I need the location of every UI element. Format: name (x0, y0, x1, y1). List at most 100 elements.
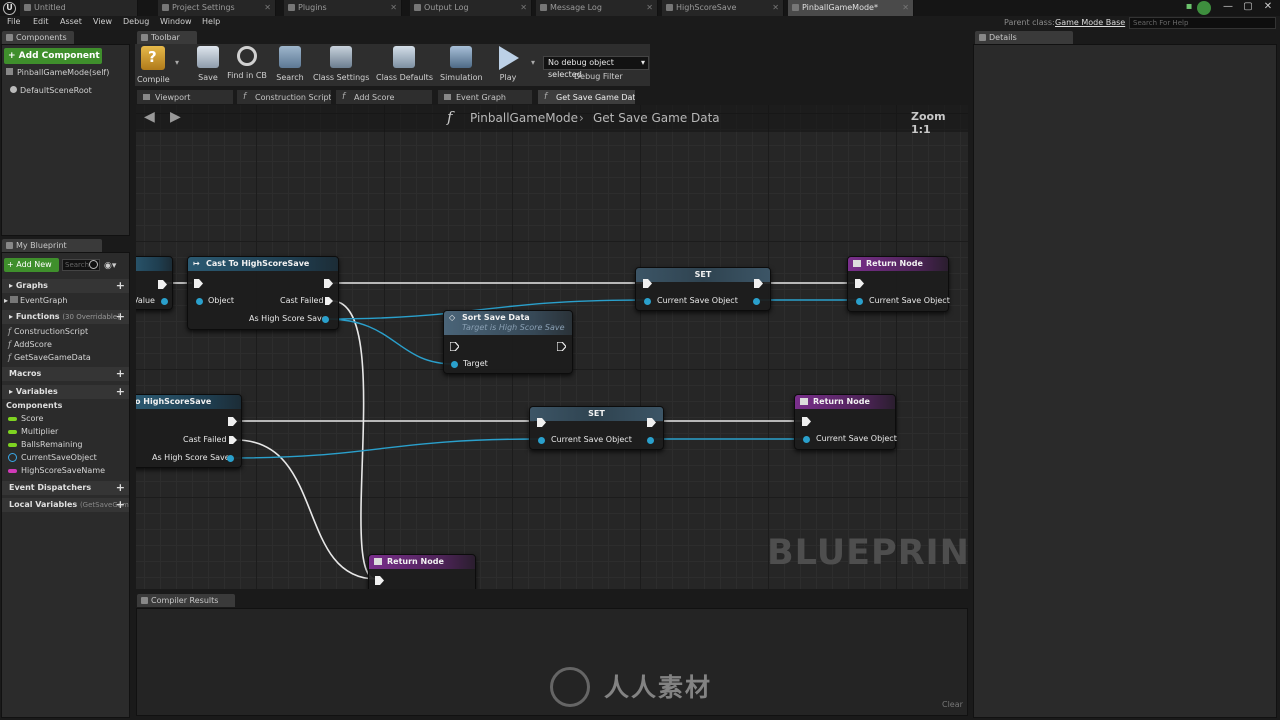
object-pin-icon[interactable] (322, 316, 329, 323)
tab-event-graph[interactable]: Event Graph (437, 89, 533, 104)
doc-tab-untitled[interactable]: Untitled (20, 0, 138, 16)
section-macros[interactable]: Macros + (2, 367, 129, 381)
cast-node-bottom[interactable]: o HighScoreSave Cast Failed As High Scor… (136, 394, 242, 468)
exec-pin-icon[interactable] (228, 417, 237, 426)
maximize-icon[interactable]: ▢ (1240, 0, 1256, 14)
object-pin-icon[interactable] (538, 437, 545, 444)
view-options-icon[interactable]: ◉▾ (104, 261, 116, 271)
close-icon[interactable]: ✕ (390, 0, 397, 16)
exec-pin-icon[interactable] (194, 279, 203, 288)
exec-pin-icon[interactable] (754, 279, 763, 288)
variable-item-highscoresavename[interactable]: HighScoreSaveName (8, 466, 105, 475)
partial-node-top[interactable]: Value (136, 256, 173, 310)
tab-get-save-game-data[interactable]: f Get Save Game Dat (537, 89, 636, 104)
close-window-icon[interactable]: ✕ (1260, 0, 1276, 14)
function-item-addscore[interactable]: f AddScore (8, 340, 52, 349)
doc-tab-highscoresave[interactable]: HighScoreSave ✕ (662, 0, 784, 16)
find-in-cb-button[interactable]: Find in CB (227, 46, 267, 80)
exec-pin-icon[interactable] (158, 280, 167, 289)
menu-edit[interactable]: Edit (33, 17, 49, 26)
sort-save-data-node[interactable]: ◇ Sort Save Data Target is High Score Sav… (443, 310, 573, 374)
blueprint-graph-canvas[interactable]: ◀ ▶ f PinballGameMode › Get Save Game Da… (136, 105, 968, 589)
object-pin-icon[interactable] (451, 361, 458, 368)
compile-options-dropdown[interactable]: ▾ (172, 58, 182, 67)
add-variable-icon[interactable]: + (116, 385, 125, 399)
toolbar-tab[interactable]: Toolbar (137, 31, 197, 44)
play-button[interactable]: Play (493, 46, 523, 82)
compiler-results-tab[interactable]: Compiler Results (137, 594, 235, 607)
chat-icon[interactable]: ▪ (1181, 0, 1197, 14)
object-pin-icon[interactable] (647, 437, 654, 444)
source-control-icon[interactable] (1197, 1, 1211, 15)
exec-pin-icon[interactable] (647, 418, 656, 427)
add-graph-icon[interactable]: + (116, 279, 125, 293)
details-tab[interactable]: Details (975, 31, 1073, 44)
variable-item-score[interactable]: Score (8, 414, 43, 423)
close-icon[interactable]: ✕ (646, 0, 653, 16)
close-icon[interactable]: ✕ (772, 0, 779, 16)
menu-file[interactable]: File (7, 17, 20, 26)
object-pin-icon[interactable] (644, 298, 651, 305)
variable-item-multiplier[interactable]: Multiplier (8, 427, 58, 436)
exec-pin-icon[interactable] (324, 279, 333, 288)
return-node-bottom[interactable]: Return Node (368, 554, 476, 589)
object-pin-icon[interactable] (227, 455, 234, 462)
exec-pin-icon[interactable] (643, 279, 652, 288)
cast-node-top[interactable]: ↦ Cast To HighScoreSave Object Cast Faile… (187, 256, 339, 330)
simulation-button[interactable]: Simulation (440, 46, 483, 82)
object-pin-icon[interactable] (753, 298, 760, 305)
compile-button[interactable]: ? Compile (137, 46, 170, 84)
function-item-constructionscript[interactable]: f ConstructionScript (8, 327, 88, 336)
close-icon[interactable]: ✕ (264, 0, 271, 16)
clear-button[interactable]: Clear (942, 700, 963, 709)
add-local-variable-icon[interactable]: + (116, 498, 125, 512)
save-button[interactable]: Save (195, 46, 221, 82)
doc-tab-message-log[interactable]: Message Log ✕ (536, 0, 658, 16)
exec-pin-icon[interactable] (855, 279, 864, 288)
return-node-middle[interactable]: Return Node Current Save Object (794, 394, 897, 450)
set-node-bottom[interactable]: SET Current Save Object (529, 406, 664, 450)
my-blueprint-tab[interactable]: My Blueprint (2, 239, 102, 252)
tab-add-score[interactable]: f Add Score (335, 89, 433, 104)
object-pin-icon[interactable] (161, 298, 168, 305)
menu-asset[interactable]: Asset (60, 17, 82, 26)
object-pin-icon[interactable] (803, 436, 810, 443)
object-pin-icon[interactable] (856, 298, 863, 305)
add-new-button[interactable]: + Add New (4, 258, 59, 272)
exec-pin-icon[interactable] (802, 417, 811, 426)
component-default-scene-root[interactable]: DefaultSceneRoot (10, 86, 92, 95)
minimize-icon[interactable]: — (1220, 0, 1236, 14)
doc-tab-project-settings[interactable]: Project Settings ✕ (158, 0, 276, 16)
tab-viewport[interactable]: Viewport (136, 89, 234, 104)
add-component-button[interactable]: + Add Component (4, 48, 102, 64)
tab-construction-script[interactable]: f Construction Script (236, 89, 332, 104)
component-self[interactable]: PinballGameMode(self) (6, 68, 109, 77)
exec-pin-icon[interactable] (229, 436, 237, 444)
play-options-dropdown[interactable]: ▾ (528, 58, 538, 67)
class-settings-button[interactable]: Class Settings (313, 46, 369, 82)
section-graphs[interactable]: ▸ Graphs + (2, 279, 129, 293)
doc-tab-plugins[interactable]: Plugins ✕ (284, 0, 402, 16)
debug-object-select[interactable]: No debug object selected ▾ (543, 56, 649, 79)
doc-tab-output-log[interactable]: Output Log ✕ (410, 0, 532, 16)
variable-item-currentsaveobject[interactable]: CurrentSaveObject (8, 453, 97, 462)
section-event-dispatchers[interactable]: Event Dispatchers + (2, 481, 129, 495)
doc-tab-pinballgamemode[interactable]: PinballGameMode* ✕ (788, 0, 914, 16)
close-icon[interactable]: ✕ (520, 0, 527, 16)
components-tab[interactable]: Components (2, 31, 74, 44)
add-function-icon[interactable]: + (116, 310, 125, 324)
exec-pin-icon[interactable] (537, 418, 546, 427)
add-dispatcher-icon[interactable]: + (116, 481, 125, 495)
section-functions[interactable]: ▸ Functions (30 Overridable) + (2, 310, 129, 324)
menu-debug[interactable]: Debug (123, 17, 149, 26)
variable-item-ballsremaining[interactable]: BallsRemaining (8, 440, 82, 449)
object-pin-icon[interactable] (196, 298, 203, 305)
graph-item-eventgraph[interactable]: ▸ EventGraph (4, 296, 67, 305)
class-defaults-button[interactable]: Class Defaults (376, 46, 433, 82)
function-item-getsavegamedata[interactable]: f GetSaveGameData (8, 353, 91, 362)
section-local-variables[interactable]: Local Variables (GetSaveGam + (2, 498, 129, 512)
section-variables[interactable]: ▸ Variables + (2, 385, 129, 399)
close-icon[interactable]: ✕ (902, 0, 909, 16)
help-search-input[interactable]: Search For Help (1129, 17, 1276, 29)
exec-pin-icon[interactable] (557, 342, 566, 351)
